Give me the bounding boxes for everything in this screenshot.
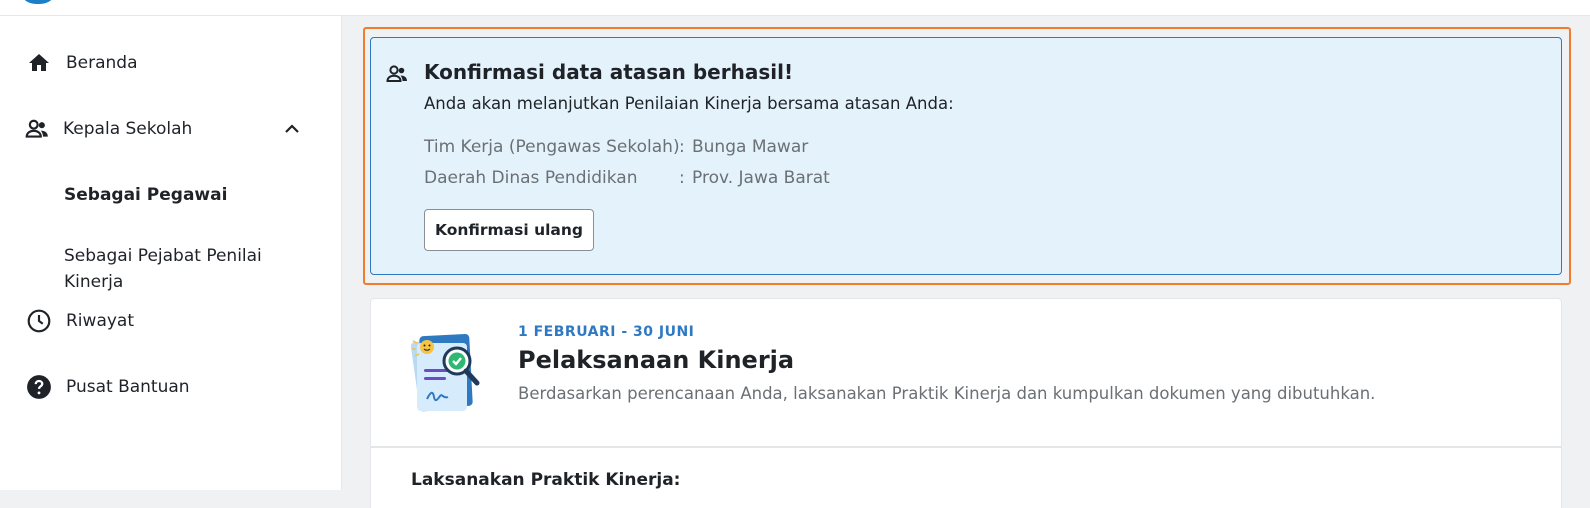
- card-description: Berdasarkan perencanaan Anda, laksanakan…: [518, 384, 1376, 403]
- kv-value: Bunga Mawar: [692, 137, 809, 157]
- sidebar-item-pusat-bantuan[interactable]: Pusat Bantuan: [0, 367, 342, 407]
- alert-title: Konfirmasi data atasan berhasil!: [424, 60, 794, 84]
- alert-description: Anda akan melanjutkan Penilaian Kinerja …: [424, 94, 954, 113]
- reconfirm-button[interactable]: Konfirmasi ulang: [424, 209, 594, 251]
- sidebar-item-label: Kepala Sekolah: [63, 119, 193, 139]
- top-header: [0, 0, 1590, 16]
- kv-label: Daerah Dinas Pendidikan: [424, 168, 638, 188]
- help-icon: [26, 374, 52, 400]
- people-icon: [385, 62, 409, 86]
- education-office-row: Daerah Dinas Pendidikan : Prov. Jawa Bar…: [424, 168, 1124, 192]
- sidebar-subitem-sebagai-pegawai[interactable]: Sebagai Pegawai: [64, 182, 304, 208]
- kv-label: Tim Kerja (Pengawas Sekolah): [424, 137, 680, 157]
- document-search-check-illustration: [409, 329, 487, 415]
- sidebar-item-kepala-sekolah[interactable]: Kepala Sekolah: [0, 109, 342, 149]
- sidebar-subitem-sebagai-pejabat-penilai-kinerja[interactable]: Sebagai Pejabat Penilai Kinerja: [64, 243, 304, 295]
- clock-icon: [26, 308, 52, 334]
- sidebar-item-label: Riwayat: [66, 311, 134, 331]
- sidebar-item-riwayat[interactable]: Riwayat: [0, 301, 342, 341]
- date-range: 1 FEBRUARI - 30 JUNI: [518, 324, 695, 340]
- kv-value: Prov. Jawa Barat: [692, 168, 830, 188]
- chevron-up-icon[interactable]: [282, 119, 302, 139]
- kv-separator: :: [679, 168, 685, 188]
- sidebar-item-beranda[interactable]: Beranda: [0, 43, 342, 83]
- sidebar: Beranda Kepala Sekolah Sebagai Pegawai S…: [0, 16, 342, 490]
- sidebar-item-label: Pusat Bantuan: [66, 377, 190, 397]
- sidebar-item-label: Beranda: [66, 53, 138, 73]
- practice-section: Laksanakan Praktik Kinerja:: [370, 448, 1562, 508]
- home-icon: [26, 50, 52, 76]
- people-icon: [24, 116, 50, 142]
- performance-phase-card: 1 FEBRUARI - 30 JUNI Pelaksanaan Kinerja…: [370, 298, 1562, 448]
- confirmation-alert: Konfirmasi data atasan berhasil! Anda ak…: [370, 37, 1562, 275]
- kv-separator: :: [679, 137, 685, 157]
- app-logo[interactable]: [18, 0, 58, 4]
- supervisor-team-row: Tim Kerja (Pengawas Sekolah) : Bunga Maw…: [424, 137, 1124, 161]
- card-title: Pelaksanaan Kinerja: [518, 346, 795, 374]
- section-heading: Laksanakan Praktik Kinerja:: [411, 470, 681, 490]
